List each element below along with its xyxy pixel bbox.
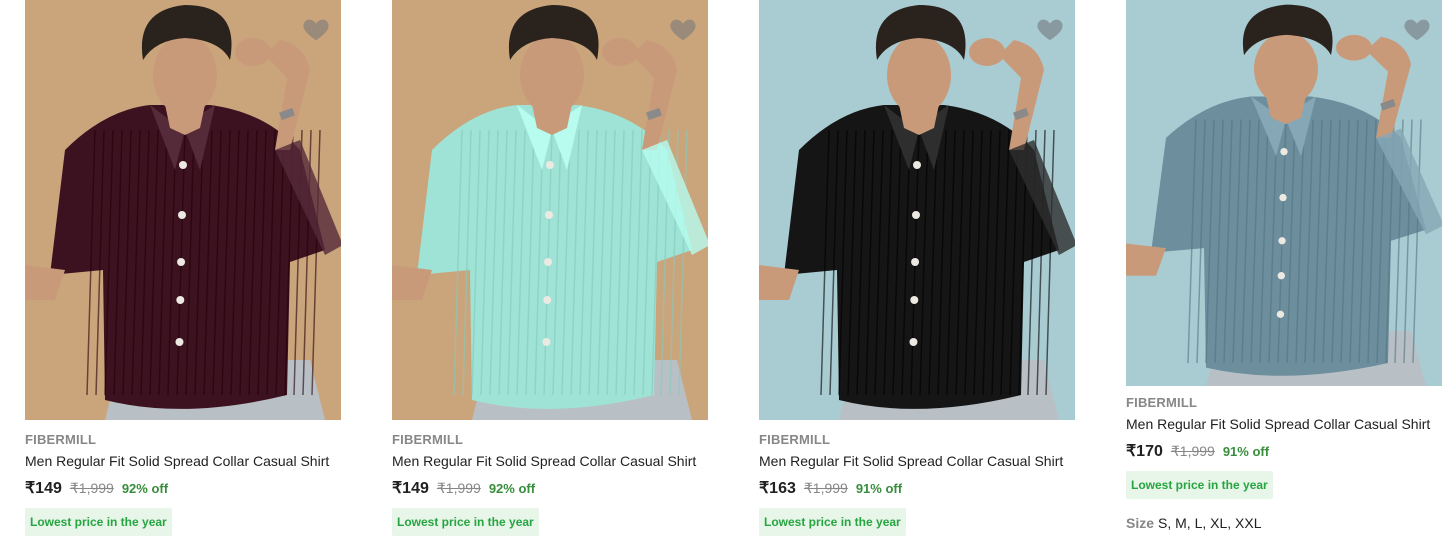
- heart-icon: [1037, 19, 1063, 41]
- product-image[interactable]: [1126, 0, 1442, 386]
- product-grid: FIBERMILL Men Regular Fit Solid Spread C…: [0, 0, 1450, 545]
- product-card[interactable]: FIBERMILL Men Regular Fit Solid Spread C…: [392, 0, 708, 536]
- product-brand: FIBERMILL: [392, 432, 464, 447]
- price-row: ₹149 ₹1,999 92% off: [25, 478, 341, 498]
- lowest-price-badge: Lowest price in the year: [25, 508, 172, 536]
- product-mrp: ₹1,999: [436, 480, 481, 496]
- wishlist-button[interactable]: [1035, 14, 1065, 44]
- product-title[interactable]: Men Regular Fit Solid Spread Collar Casu…: [759, 453, 1075, 469]
- heart-icon: [670, 19, 696, 41]
- product-card[interactable]: FIBERMILL Men Regular Fit Solid Spread C…: [759, 0, 1075, 536]
- size-list: S, M, L, XL, XXL: [1158, 515, 1262, 531]
- product-price: ₹149: [392, 480, 429, 497]
- product-photo[interactable]: [1126, 0, 1442, 386]
- product-image[interactable]: [25, 0, 341, 420]
- size-options: Size S, M, L, XL, XXL: [1126, 515, 1442, 531]
- product-title[interactable]: Men Regular Fit Solid Spread Collar Casu…: [392, 453, 708, 469]
- product-brand: FIBERMILL: [25, 432, 97, 447]
- size-label: Size: [1126, 515, 1155, 531]
- product-title[interactable]: Men Regular Fit Solid Spread Collar Casu…: [1126, 416, 1442, 432]
- product-mrp: ₹1,999: [803, 480, 848, 496]
- product-discount: 92% off: [488, 481, 536, 496]
- model-illustration: [759, 0, 1075, 420]
- product-photo[interactable]: [759, 0, 1075, 420]
- price-row: ₹149 ₹1,999 92% off: [392, 478, 708, 498]
- model-illustration: [1126, 0, 1442, 386]
- product-price: ₹170: [1126, 443, 1163, 460]
- product-title[interactable]: Men Regular Fit Solid Spread Collar Casu…: [25, 453, 341, 469]
- lowest-price-badge: Lowest price in the year: [1126, 471, 1273, 499]
- heart-icon: [303, 19, 329, 41]
- product-photo[interactable]: [392, 0, 708, 420]
- lowest-price-badge: Lowest price in the year: [392, 508, 539, 536]
- product-brand: FIBERMILL: [1126, 395, 1198, 410]
- heart-icon: [1404, 19, 1430, 41]
- product-discount: 91% off: [855, 481, 903, 496]
- product-discount: 92% off: [121, 481, 169, 496]
- model-illustration: [392, 0, 708, 420]
- product-mrp: ₹1,999: [1170, 443, 1215, 459]
- price-row: ₹163 ₹1,999 91% off: [759, 478, 1075, 498]
- product-image[interactable]: [759, 0, 1075, 420]
- wishlist-button[interactable]: [1402, 14, 1432, 44]
- product-brand: FIBERMILL: [759, 432, 831, 447]
- price-row: ₹170 ₹1,999 91% off: [1126, 441, 1442, 461]
- product-photo[interactable]: [25, 0, 341, 420]
- product-card[interactable]: FIBERMILL Men Regular Fit Solid Spread C…: [25, 0, 341, 536]
- product-image[interactable]: [392, 0, 708, 420]
- lowest-price-badge: Lowest price in the year: [759, 508, 906, 536]
- product-price: ₹163: [759, 480, 796, 497]
- product-mrp: ₹1,999: [69, 480, 114, 496]
- product-discount: 91% off: [1222, 444, 1270, 459]
- wishlist-button[interactable]: [301, 14, 331, 44]
- model-illustration: [25, 0, 341, 420]
- product-price: ₹149: [25, 480, 62, 497]
- wishlist-button[interactable]: [668, 14, 698, 44]
- product-card[interactable]: FIBERMILL Men Regular Fit Solid Spread C…: [1126, 0, 1442, 531]
